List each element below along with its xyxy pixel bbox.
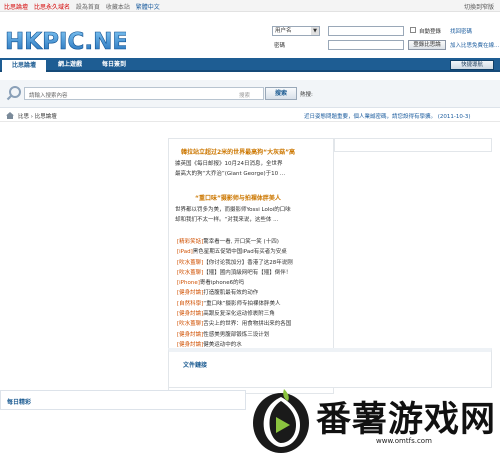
thread-title[interactable]: 性感美男腹部锻炼三设计划: [203, 332, 269, 338]
list-item[interactable]: [吹水蓋聊]【殭】國内頂級网吧有【殭】倒伴！: [177, 268, 333, 278]
thread-title[interactable]: 【殭】國内頂級网吧有【殭】倒伴！: [203, 270, 291, 276]
auto-login-label: 自動登錄: [419, 29, 442, 35]
list-item[interactable]: [iPhone]寄看iphone6的吗: [177, 278, 333, 288]
logo-text: HKPIC.NET: [5, 29, 126, 55]
daily-picks-box: 每日精彩: [0, 390, 246, 410]
featured-paragraph-2-line-1: 世界都以罚多为美，而摄影师Yossi Loloi的口味: [175, 207, 291, 213]
home-icon[interactable]: [6, 112, 14, 119]
breadcrumb: 比思 › 比思論壇 近日姿態問題重要，個人業誠密碼，請您設得有學擴。 (2011…: [0, 108, 500, 122]
breadcrumb-path[interactable]: 比思 › 比思論壇: [18, 112, 57, 120]
header: HKPIC.NET 用户名 ▼ 自動登錄 找回密碼 密碼 登錄比思論 加入比思免…: [0, 12, 500, 58]
search-placeholder: 請輸入搜索內容: [29, 93, 68, 99]
list-item[interactable]: [健身討論]性感美男腹部锻炼三设计划: [177, 330, 333, 340]
thread-title[interactable]: 驚幸看一看, 开口笑一笑 (十四): [203, 239, 279, 245]
username-input[interactable]: [328, 26, 404, 36]
domain-link[interactable]: 比思永久域名: [34, 4, 70, 11]
password-input[interactable]: [328, 40, 404, 50]
thread-title[interactable]: “重口味”摄影师专拍裸体胖美人: [203, 301, 280, 307]
list-item[interactable]: [健身討論]高跟反复深化运动修裹附三角: [177, 309, 333, 319]
watermark-logo: [253, 389, 309, 453]
list-item[interactable]: [吹水蓋聊]【你讨论我加分】香港了这28年说刚: [177, 258, 333, 268]
traditional-chinese-link[interactable]: 繁體中文: [136, 4, 160, 11]
tab-forum[interactable]: 比思論壇: [2, 58, 46, 72]
list-item[interactable]: [健身討論]打造腹肌最有效的动作: [177, 288, 333, 298]
forgot-password-link[interactable]: 找回密碼: [450, 27, 472, 35]
username-type-select[interactable]: 用户名 ▼: [272, 26, 320, 36]
main-nav: 比思論壇 網上遊戲 每日簽到 快捷導航: [0, 58, 500, 72]
announcement-text[interactable]: 近日姿態問題重要，個人業誠密碼，請您設得有學擴。 (2011-10-3): [304, 112, 471, 120]
thread-tag[interactable]: [精彩笑話]: [177, 239, 203, 245]
username-select-value: 用户名: [275, 28, 292, 34]
top-bar: 比思論壇 比思永久域名 設為首頁 收藏本站 繁體中文 切換到窄版: [0, 0, 500, 12]
featured-paragraph-1-line-1: 據英国《每日邮报》10月24日消息，全世界: [175, 161, 283, 167]
switch-width-link[interactable]: 切換到窄版: [464, 2, 494, 11]
search-button[interactable]: 搜索: [265, 87, 297, 100]
thread-tag[interactable]: [健身討論]: [177, 332, 203, 338]
search-icon: [6, 86, 21, 101]
watermark-url: www.omtfs.com: [376, 437, 432, 445]
featured-headline-1[interactable]: 韓拉站立超过2米的世界最高狗“大灰菇”高: [181, 147, 295, 156]
attachments-box: 文件鏈接: [168, 348, 492, 388]
search-input[interactable]: 請輸入搜索內容 搜索: [24, 87, 264, 100]
search-bar: 請輸入搜索內容 搜索 搜索 熱搜:: [0, 80, 500, 108]
bookmark-link[interactable]: 收藏本站: [106, 4, 130, 11]
list-item[interactable]: [精彩笑話]驚幸看一看, 开口笑一笑 (十四): [177, 237, 333, 247]
tab-checkin[interactable]: 每日簽到: [94, 58, 134, 72]
search-type-select[interactable]: 搜索: [239, 91, 250, 99]
site-link[interactable]: 比思論壇: [4, 4, 28, 11]
list-item[interactable]: [iPad]黑色星期五促销中国iPad有买者为安桌: [177, 247, 333, 257]
auto-login-checkbox[interactable]: [410, 27, 416, 33]
list-item[interactable]: [吹水蓋聊]舌尖上的世界：用食物拼出来的各国: [177, 319, 333, 329]
thread-tag[interactable]: [吹水蓋聊]: [177, 321, 203, 327]
thread-title[interactable]: 高跟反复深化运动修裹附三角: [203, 311, 275, 317]
watermark-brand: 番薯游戏网: [316, 400, 497, 440]
featured-paragraph-2-line-2: 却和我们不太一样。“对我来说，这些体 ...: [175, 217, 279, 223]
tab-games[interactable]: 網上遊戲: [50, 58, 90, 72]
thread-tag[interactable]: [健身討論]: [177, 311, 203, 317]
watermark: 番薯游戏网 www.omtfs.com: [250, 385, 500, 455]
register-link[interactable]: 加入比思免費在線...: [450, 41, 499, 49]
thread-tag[interactable]: [iPhone]: [177, 280, 200, 286]
chevron-down-icon: ▼: [311, 27, 319, 35]
set-homepage-link[interactable]: 設為首頁: [76, 4, 100, 11]
thread-tag[interactable]: [吹水蓋聊]: [177, 260, 203, 266]
thread-title[interactable]: 寄看iphone6的吗: [200, 280, 244, 286]
right-panel: [334, 138, 492, 152]
list-item[interactable]: [自然科學]“重口味”摄影师专拍裸体胖美人: [177, 299, 333, 309]
thread-tag[interactable]: [自然科學]: [177, 301, 203, 307]
thread-title[interactable]: 打造腹肌最有效的动作: [203, 290, 258, 296]
quick-nav-button[interactable]: 快捷導航: [450, 60, 494, 70]
featured-headline-2[interactable]: “重口味”摄影师与拍裸体胖美人: [195, 193, 281, 202]
thread-tag[interactable]: [吹水蓋聊]: [177, 270, 203, 276]
thread-title[interactable]: 黑色星期五促销中国iPad有买者为安桌: [193, 249, 287, 255]
login-form: 用户名 ▼ 自動登錄 找回密碼 密碼 登錄比思論 加入比思免費在線...: [272, 26, 500, 54]
thread-title[interactable]: 舌尖上的世界：用食物拼出来的各国: [203, 321, 291, 327]
login-button[interactable]: 登錄比思論: [408, 40, 446, 50]
daily-picks-title[interactable]: 每日精彩: [7, 397, 31, 406]
featured-paragraph-1-line-2: 最高大的狗“大乔治”(Giant George)于10 ...: [175, 171, 286, 177]
thread-list: [精彩笑話]驚幸看一看, 开口笑一笑 (十四) [iPad]黑色星期五促销中国i…: [177, 237, 333, 350]
hot-search-label: 熱搜:: [300, 92, 313, 98]
attachments-title[interactable]: 文件鏈接: [183, 360, 207, 369]
thread-tag[interactable]: [健身討論]: [177, 290, 203, 296]
thread-tag[interactable]: [iPad]: [177, 249, 193, 255]
site-logo[interactable]: HKPIC.NET: [4, 24, 126, 56]
password-label: 密碼: [274, 43, 286, 49]
thread-title[interactable]: 【你讨论我加分】香港了这28年说刚: [203, 260, 293, 266]
